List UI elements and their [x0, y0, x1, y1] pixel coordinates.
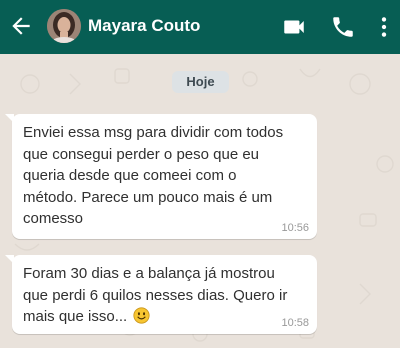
bubble-tail	[5, 114, 14, 123]
video-call-icon[interactable]	[281, 14, 307, 40]
message-text: Foram 30 dias e a balança já mostrou que…	[23, 265, 288, 325]
date-chip: Hoje	[172, 71, 229, 93]
chat-area[interactable]: Hoje Enviei essa msg para dividir com to…	[0, 54, 400, 348]
message-time: 10:58	[281, 317, 309, 329]
back-arrow-icon[interactable]	[8, 13, 34, 39]
kebab-menu-icon[interactable]	[371, 14, 397, 40]
message-text: Enviei essa msg para dividir com todos q…	[23, 124, 284, 227]
avatar-image	[47, 9, 81, 43]
avatar[interactable]	[47, 9, 81, 43]
whatsapp-chat-screen: Mayara Couto Hoje Enviei essa msg para d…	[0, 0, 400, 348]
message-time: 10:56	[281, 222, 309, 234]
smiling-face-emoji	[133, 307, 150, 324]
message-bubble[interactable]: Foram 30 dias e a balança já mostrou que…	[5, 255, 317, 334]
message-bubble[interactable]: Enviei essa msg para dividir com todos q…	[5, 114, 317, 239]
chat-header: Mayara Couto	[0, 0, 400, 54]
contact-name[interactable]: Mayara Couto	[88, 16, 200, 36]
bubble-tail	[5, 255, 14, 264]
phone-icon[interactable]	[330, 14, 356, 40]
